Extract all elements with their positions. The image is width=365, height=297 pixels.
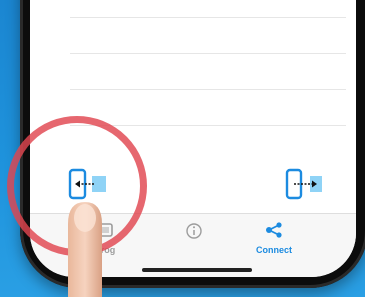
tab-connect[interactable]: Connect — [239, 222, 309, 255]
list-divider — [70, 89, 346, 90]
tab-info[interactable] — [159, 222, 229, 245]
info-icon — [186, 223, 202, 239]
list-divider — [70, 17, 346, 18]
transfer-right-button[interactable] — [284, 168, 330, 202]
tab-connect-label: Connect — [256, 245, 292, 255]
list-divider — [70, 53, 346, 54]
finger-pointer-icon — [68, 202, 102, 297]
transfer-right-icon — [285, 168, 322, 200]
home-indicator — [142, 268, 252, 272]
share-connect-icon — [266, 222, 282, 238]
